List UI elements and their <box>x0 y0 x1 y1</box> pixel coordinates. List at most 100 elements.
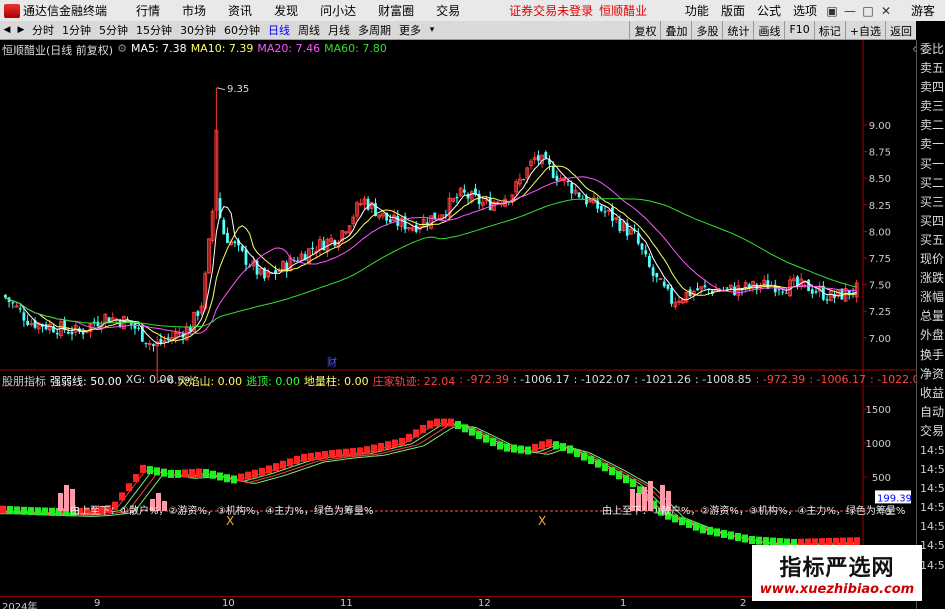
date-tick: 2024年 <box>2 602 38 609</box>
period-60min[interactable]: 60分钟 <box>223 22 261 38</box>
indicator-name[interactable]: 股朋指标 <box>2 373 46 388</box>
nav-right-icon[interactable]: ▶ <box>14 25 28 35</box>
period-weekly[interactable]: 周线 <box>297 22 321 38</box>
menu-item-discover[interactable]: 发现 <box>274 2 298 19</box>
indicator-block <box>364 446 370 455</box>
period-more[interactable]: 更多 <box>398 22 422 38</box>
candle-body <box>825 299 829 301</box>
quote-panel-item[interactable]: 14:56 <box>917 441 945 460</box>
quote-panel-item[interactable]: 14:56 <box>917 498 945 517</box>
indicator-block <box>511 444 517 453</box>
ma5-line <box>5 158 857 345</box>
candle-body <box>22 312 26 321</box>
close-icon[interactable]: ✕ <box>879 4 893 18</box>
quote-panel-item[interactable]: 卖二 <box>917 116 945 135</box>
quote-panel-item[interactable]: 14:56 <box>917 479 945 498</box>
tool-adjust[interactable]: 复权 <box>629 21 660 39</box>
price-tick-label: 8.25 <box>869 201 891 212</box>
line-value-3: : -1022.07 <box>573 373 631 386</box>
settings-icon[interactable]: ⚙ <box>117 42 127 56</box>
quote-panel-item[interactable]: 现价 <box>917 250 945 269</box>
quote-panel-item[interactable]: 买一 <box>917 155 945 174</box>
tool-back[interactable]: 返回 <box>885 21 916 39</box>
quote-panel-item[interactable]: 买三 <box>917 193 945 212</box>
indicator-block <box>301 453 307 462</box>
quote-panel-item[interactable]: 卖四 <box>917 78 945 97</box>
nav-left-icon[interactable]: ◀ <box>0 25 14 35</box>
period-15min[interactable]: 15分钟 <box>135 22 173 38</box>
candle-body <box>536 155 540 161</box>
date-tick: 9 <box>94 598 101 609</box>
menu-item-quotes[interactable]: 行情 <box>136 2 160 19</box>
candle-body <box>611 207 614 221</box>
indicator-block <box>385 441 391 450</box>
menu-item-ask[interactable]: 问小达 <box>320 2 356 19</box>
quote-panel-item[interactable]: 买四 <box>917 212 945 231</box>
quote-panel-item[interactable]: 总量 <box>917 307 945 326</box>
indicator-block <box>441 418 447 427</box>
tool-add-watch[interactable]: +自选 <box>844 21 885 39</box>
menu-item-layout[interactable]: 版面 <box>721 2 745 19</box>
tool-stats[interactable]: 统计 <box>722 21 753 39</box>
quote-panel-item[interactable]: 买五 <box>917 231 945 250</box>
guest-label[interactable]: 游客 <box>911 2 935 19</box>
quote-panel-item[interactable]: 卖三 <box>917 97 945 116</box>
price-tick-label: 8.50 <box>869 174 891 185</box>
candle-body <box>177 332 182 335</box>
quote-panel-item[interactable]: 换手 <box>917 346 945 365</box>
minimize-icon[interactable]: — <box>843 4 857 18</box>
indicator-block <box>189 468 195 477</box>
tool-f10[interactable]: F10 <box>784 21 813 39</box>
high-label: 9.35 <box>227 84 249 95</box>
menu-item-options[interactable]: 选项 <box>793 2 817 19</box>
quote-panel-item[interactable]: 卖五 <box>917 59 945 78</box>
quote-panel-item[interactable]: 买二 <box>917 174 945 193</box>
tool-mark[interactable]: 标记 <box>813 21 845 39</box>
indicator-block <box>0 505 6 514</box>
indicator-block <box>392 439 398 448</box>
period-5min[interactable]: 5分钟 <box>98 22 129 38</box>
indicator-block <box>21 506 27 515</box>
period-monthly[interactable]: 月线 <box>327 22 351 38</box>
maximize-icon[interactable]: □ <box>861 4 875 18</box>
period-timeshare[interactable]: 分时 <box>31 22 55 38</box>
menu-item-trade[interactable]: 交易 <box>436 2 460 19</box>
candle-body <box>159 339 163 344</box>
period-multi[interactable]: 多周期 <box>357 22 392 38</box>
quote-panel-item[interactable]: 14:56 <box>917 460 945 479</box>
tool-overlay[interactable]: 叠加 <box>660 21 691 39</box>
menu-item-formula[interactable]: 公式 <box>757 2 781 19</box>
period-30min[interactable]: 30分钟 <box>179 22 217 38</box>
menu-item-market[interactable]: 市场 <box>182 2 206 19</box>
period-daily[interactable]: 日线 <box>267 22 291 38</box>
tool-multi-stock[interactable]: 多股 <box>691 21 722 39</box>
quote-panel-item[interactable]: 净资 <box>917 365 945 384</box>
candle-body <box>222 219 226 235</box>
quote-panel-item[interactable]: 外盘 <box>917 326 945 345</box>
indicator-block <box>749 536 755 545</box>
quote-panel-item[interactable]: 涨跌 <box>917 269 945 288</box>
quote-panel-item[interactable]: 14:56 <box>917 517 945 536</box>
menu-item-function[interactable]: 功能 <box>685 2 709 19</box>
watermark-url: www.xuezhibiao.com <box>759 582 915 597</box>
indicator-block <box>574 448 580 457</box>
quote-panel-item[interactable]: 委比 <box>917 40 945 59</box>
period-1min[interactable]: 1分钟 <box>61 22 92 38</box>
price-tick-label: 7.25 <box>869 307 891 318</box>
menu-item-wealth[interactable]: 财富圈 <box>378 2 414 19</box>
skin-icon[interactable]: ▣ <box>825 4 839 18</box>
quote-panel-item[interactable]: 交易 <box>917 422 945 441</box>
candle-body <box>147 343 152 346</box>
kline-chart[interactable]: 9.00 8.75 8.50 8.25 8.00 7.75 7.50 7.25 7.00 9.35… <box>0 40 916 596</box>
login-warning[interactable]: 证券交易未登录 <box>509 2 593 19</box>
menu-item-news[interactable]: 资讯 <box>228 2 252 19</box>
quote-panel-item[interactable]: 卖一 <box>917 135 945 154</box>
candle-body <box>152 344 155 346</box>
quote-panel-item[interactable]: 自动 <box>917 403 945 422</box>
date-tick: 1 <box>620 598 627 609</box>
quote-panel-item[interactable]: 收益 <box>917 384 945 403</box>
tool-draw[interactable]: 画线 <box>753 21 784 39</box>
quote-panel-item[interactable]: 涨幅 <box>917 288 945 307</box>
indicator-block <box>497 441 503 450</box>
more-dropdown-icon[interactable]: ▾ <box>425 25 439 35</box>
